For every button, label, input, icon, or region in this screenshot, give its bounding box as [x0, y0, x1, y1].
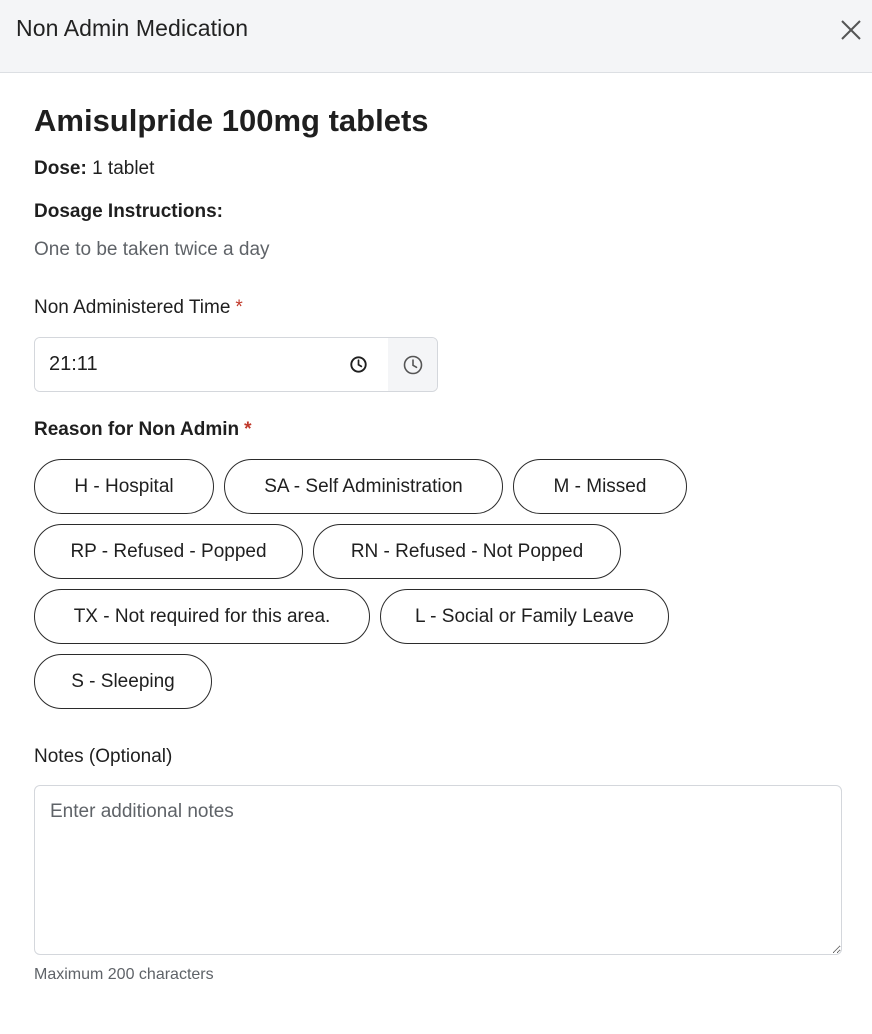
dosage-instructions-text: One to be taken twice a day	[34, 239, 270, 260]
medication-name: Amisulpride 100mg tablets	[34, 103, 429, 138]
modal-header: Non Admin Medication	[0, 0, 872, 73]
reason-option-refused-not-popped[interactable]: RN - Refused - Not Popped	[313, 524, 621, 579]
reason-option-sleeping[interactable]: S - Sleeping	[34, 654, 212, 709]
time-input-wrapper	[35, 338, 388, 391]
notes-character-hint: Maximum 200 characters	[34, 966, 214, 983]
close-icon	[841, 20, 861, 40]
reason-option-hospital[interactable]: H - Hospital	[34, 459, 214, 514]
reason-option-not-required[interactable]: TX - Not required for this area.	[34, 589, 370, 644]
time-input[interactable]	[35, 338, 388, 391]
clock-icon[interactable]	[349, 355, 368, 374]
modal-title: Non Admin Medication	[16, 15, 249, 41]
reason-option-missed[interactable]: M - Missed	[513, 459, 687, 514]
required-marker: *	[244, 419, 252, 440]
time-picker-button[interactable]	[388, 338, 437, 391]
reason-label: Reason for Non Admin *	[34, 419, 252, 441]
reason-label-text: Reason for Non Admin	[34, 419, 240, 440]
notes-textarea[interactable]	[34, 785, 842, 955]
notes-label: Notes (Optional)	[34, 746, 173, 767]
reason-option-self-administration[interactable]: SA - Self Administration	[224, 459, 503, 514]
close-button[interactable]	[838, 17, 864, 43]
dose-line: Dose: 1 tablet	[34, 158, 154, 180]
non-administered-time-label: Non Administered Time *	[34, 297, 243, 319]
reason-option-social-family-leave[interactable]: L - Social or Family Leave	[380, 589, 669, 644]
dosage-instructions-label: Dosage Instructions:	[34, 201, 223, 222]
dose-value: 1 tablet	[92, 158, 155, 179]
reason-option-refused-popped[interactable]: RP - Refused - Popped	[34, 524, 303, 579]
dose-label: Dose:	[34, 158, 87, 179]
time-label-text: Non Administered Time	[34, 297, 231, 318]
time-input-group	[34, 337, 438, 392]
clock-icon	[403, 355, 422, 374]
required-marker: *	[235, 297, 243, 318]
